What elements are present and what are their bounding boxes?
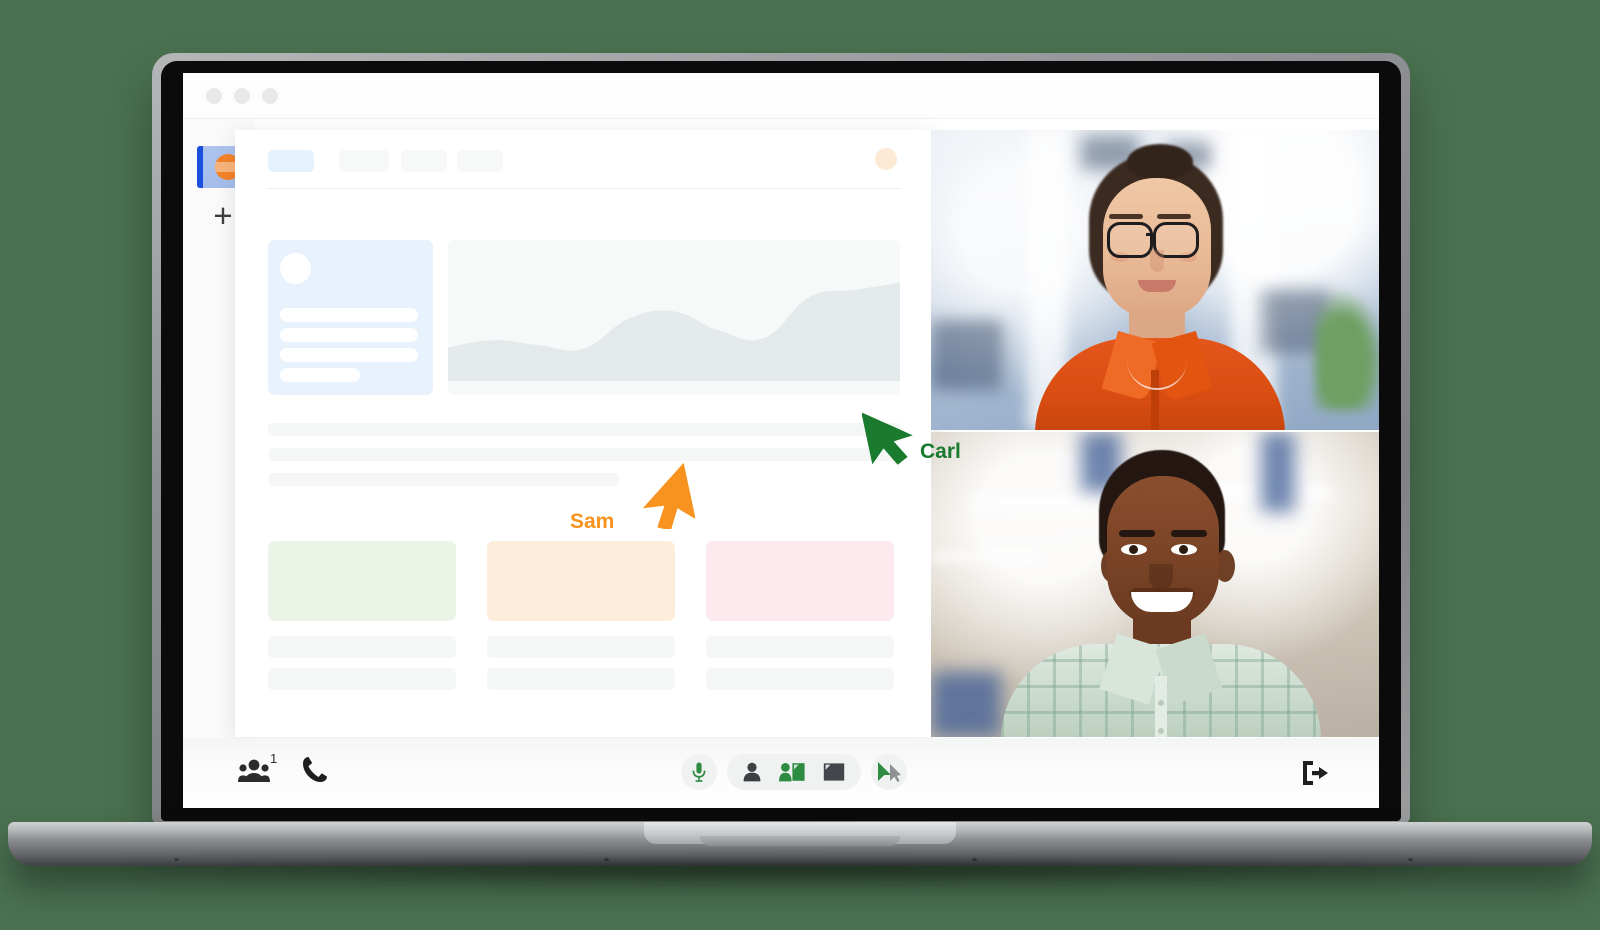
cursor-label-carl: Carl	[920, 440, 961, 463]
camera-person-button[interactable]	[743, 762, 761, 782]
cursor-pointer-icon	[878, 762, 901, 782]
person-screen-icon	[779, 763, 805, 782]
meeting-toolbar: 1	[183, 738, 1379, 808]
add-workspace-button[interactable]: +	[209, 199, 237, 232]
exit-icon	[1303, 761, 1328, 785]
eye-left	[1121, 544, 1147, 555]
placeholder-line	[706, 668, 894, 690]
minimize-icon[interactable]	[234, 88, 250, 104]
app-topnav	[235, 130, 933, 192]
video-participant-1[interactable]	[931, 130, 1379, 430]
placeholder-line	[487, 636, 675, 658]
active-indicator-bar	[197, 146, 203, 188]
meeting-toolbar-left: 1	[238, 751, 328, 789]
placeholder-line	[280, 308, 418, 322]
maximize-icon[interactable]	[262, 88, 278, 104]
cursor-sam: Sam	[570, 461, 696, 534]
cursor-pointer-icon	[861, 412, 913, 465]
share-screen-button[interactable]	[823, 762, 845, 782]
present-with-person-button[interactable]	[779, 762, 805, 782]
cursor-pointer-icon	[642, 462, 696, 531]
nose	[1149, 564, 1173, 590]
glasses-lens-left	[1107, 222, 1153, 258]
microphone-button[interactable]	[681, 754, 717, 790]
participants-count-badge: 1	[270, 751, 278, 766]
cursor-label-sam: Sam	[570, 510, 615, 533]
tile-green[interactable]	[268, 541, 456, 621]
person-icon	[743, 762, 761, 782]
tile-orange[interactable]	[487, 541, 675, 621]
nose	[1150, 250, 1164, 272]
cursor-carl: Carl	[861, 404, 961, 475]
tile-pink[interactable]	[706, 541, 894, 621]
nav-tab-active[interactable]	[268, 150, 314, 172]
placeholder-line	[268, 668, 456, 690]
meeting-toolbar-controls	[681, 754, 907, 790]
avatar[interactable]	[875, 148, 897, 170]
placeholder-line	[487, 668, 675, 690]
pointer-button[interactable]	[871, 754, 907, 790]
placeholder-line	[280, 368, 360, 382]
avatar	[280, 253, 311, 284]
placeholder-line	[280, 348, 418, 362]
placeholder-line	[268, 423, 902, 436]
phone-icon	[303, 757, 327, 782]
browser-titlebar	[183, 73, 1379, 119]
drop-shadow	[70, 862, 1530, 888]
placeholder-line	[268, 448, 902, 461]
laptop-notch	[700, 836, 900, 846]
plant	[1315, 290, 1379, 410]
laptop-mockup: + Carl Sam 1	[0, 0, 1600, 930]
call-button[interactable]	[302, 756, 328, 789]
nav-tab-4[interactable]	[457, 150, 503, 172]
placeholder-line	[268, 636, 456, 658]
hair-bun	[1127, 144, 1193, 180]
profile-card	[268, 240, 433, 395]
close-icon[interactable]	[206, 88, 222, 104]
placeholder-line	[706, 636, 894, 658]
divider	[267, 188, 901, 189]
people-icon	[238, 759, 270, 782]
laptop-screen: + Carl Sam 1	[183, 73, 1379, 808]
area-chart-svg	[448, 282, 900, 381]
glasses-bridge	[1146, 233, 1154, 236]
nav-tab-3[interactable]	[401, 150, 447, 172]
mouth	[1138, 280, 1176, 292]
shared-app-window	[235, 130, 933, 737]
nav-tab-2[interactable]	[339, 150, 389, 172]
screen-icon	[823, 763, 845, 781]
area-chart	[448, 240, 900, 395]
video-participant-2[interactable]	[931, 432, 1379, 737]
placeholder-line	[268, 473, 619, 486]
presentation-controls-group	[727, 754, 861, 790]
microphone-icon	[692, 762, 706, 782]
leave-meeting-button[interactable]	[1301, 760, 1329, 791]
placeholder-line	[280, 328, 418, 342]
eye-right	[1171, 544, 1197, 555]
participants-button[interactable]: 1	[238, 751, 277, 788]
